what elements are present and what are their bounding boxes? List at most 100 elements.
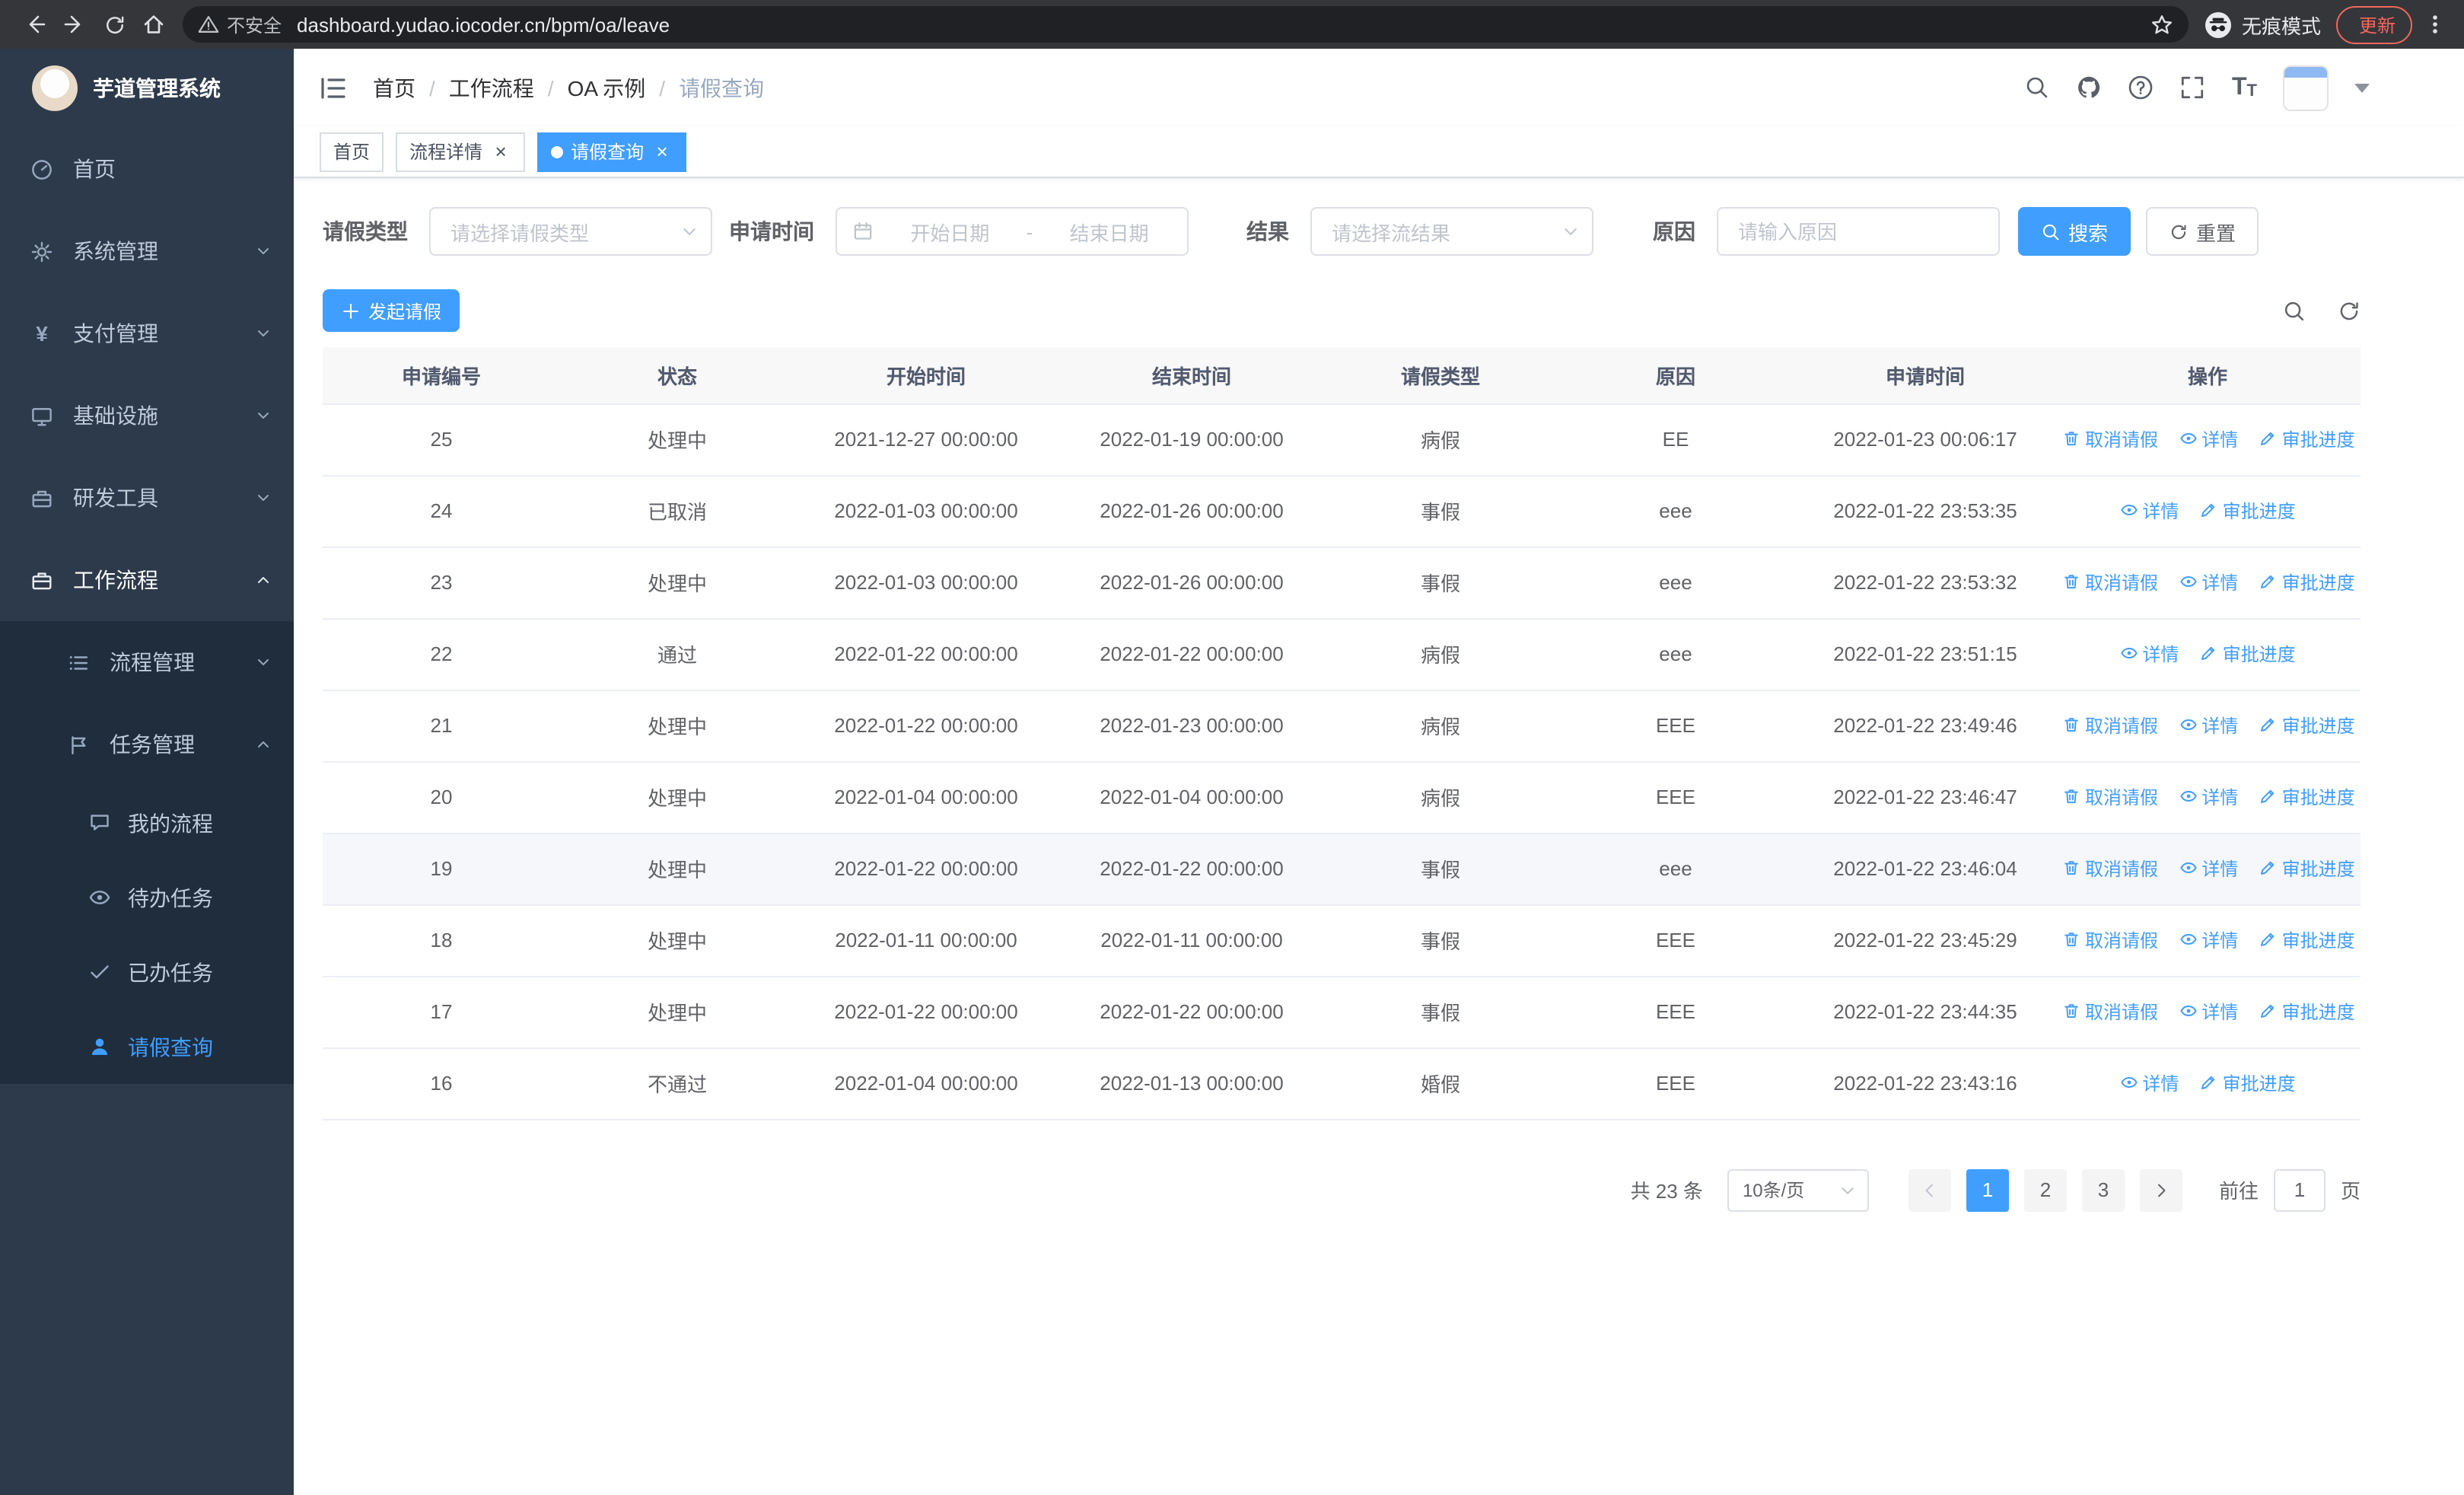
detail-link[interactable]: 详情	[2179, 784, 2238, 810]
detail-link[interactable]: 详情	[2179, 999, 2238, 1025]
apply-time-range-picker[interactable]: 开始日期 - 结束日期	[836, 207, 1189, 256]
app-logo: 芋道管理系统	[0, 49, 294, 128]
page-size-select[interactable]: 10条/页	[1727, 1168, 1869, 1211]
address-bar[interactable]: 不安全 dashboard.yudao.iocoder.cn/bpm/oa/le…	[183, 6, 2189, 43]
cancel-leave-link[interactable]: 取消请假	[2062, 426, 2158, 452]
cancel-leave-link[interactable]: 取消请假	[2062, 569, 2158, 595]
fullscreen-icon[interactable]	[2180, 75, 2206, 100]
col-header-actions: 操作	[2055, 347, 2361, 404]
reset-button[interactable]: 重置	[2146, 207, 2259, 256]
approval-progress-link[interactable]: 审批进度	[2259, 712, 2355, 738]
sidebar-item-label: 系统管理	[73, 239, 158, 263]
approval-progress-link[interactable]: 审批进度	[2259, 426, 2355, 452]
sidebar-item-my-process[interactable]: 我的流程	[0, 786, 294, 860]
approval-progress-link[interactable]: 审批进度	[2259, 784, 2355, 810]
sidebar-item-label: 工作流程	[73, 568, 158, 592]
sidebar-item-devtools[interactable]: 研发工具	[0, 457, 294, 539]
tab-home[interactable]: 首页	[320, 132, 384, 171]
sidebar-item-task-mgmt[interactable]: 任务管理	[0, 703, 294, 786]
sidebar-item-payment[interactable]: ¥ 支付管理	[0, 292, 294, 375]
breadcrumb-item-oa[interactable]: OA 示例	[568, 72, 646, 103]
cell-status: 处理中	[560, 761, 794, 834]
sidebar-item-label: 流程管理	[110, 650, 195, 674]
trash-icon	[2064, 932, 2078, 947]
page-button-3[interactable]: 3	[2081, 1168, 2125, 1211]
eye-icon	[2179, 862, 2196, 874]
cancel-leave-link[interactable]: 取消请假	[2062, 712, 2158, 738]
active-tab-dot	[551, 145, 564, 158]
sidebar-item-label: 研发工具	[73, 486, 158, 510]
monitor-icon	[32, 407, 52, 426]
browser-reload-button[interactable]	[94, 5, 134, 44]
cell-end-time: 2022-01-22 00:00:00	[1058, 833, 1326, 905]
search-icon[interactable]	[2025, 75, 2051, 100]
close-icon[interactable]: ×	[651, 141, 673, 162]
cancel-leave-link[interactable]: 取消请假	[2062, 856, 2158, 881]
leave-type-select[interactable]: 请选择请假类型	[429, 207, 712, 256]
browser-home-button[interactable]	[134, 5, 173, 44]
sidebar-item-todo-tasks[interactable]: 待办任务	[0, 860, 294, 935]
sidebar-item-leave-query[interactable]: 请假查询	[0, 1009, 294, 1084]
user-avatar[interactable]	[2283, 65, 2329, 110]
breadcrumb-item-workflow[interactable]: 工作流程	[449, 72, 534, 103]
approval-progress-link[interactable]: 审批进度	[2259, 856, 2355, 881]
sidebar-item-done-tasks[interactable]: 已办任务	[0, 935, 294, 1009]
font-size-icon[interactable]: TT	[2232, 75, 2257, 100]
browser-update-button[interactable]: 更新	[2335, 5, 2412, 43]
browser-menu-icon[interactable]	[2421, 12, 2449, 37]
sidebar-toggle-icon[interactable]	[318, 72, 349, 103]
breadcrumb-item-home[interactable]: 首页	[373, 72, 415, 103]
detail-link[interactable]: 详情	[2179, 569, 2238, 595]
cancel-leave-link[interactable]: 取消请假	[2062, 999, 2158, 1025]
approval-progress-link[interactable]: 审批进度	[2259, 999, 2355, 1025]
close-icon[interactable]: ×	[490, 141, 511, 162]
detail-label: 详情	[2201, 786, 2239, 808]
detail-link[interactable]: 详情	[2179, 426, 2238, 452]
browser-back-button[interactable]	[15, 5, 55, 44]
cell-reason: EEE	[1555, 976, 1796, 1048]
cell-status: 已取消	[560, 475, 794, 547]
eye-icon	[2120, 1077, 2137, 1089]
approval-progress-link[interactable]: 审批进度	[2200, 641, 2296, 667]
prev-page-button[interactable]	[1908, 1168, 1951, 1211]
detail-link[interactable]: 详情	[2119, 1070, 2179, 1096]
sidebar-item-system[interactable]: 系统管理	[0, 210, 294, 292]
toggle-search-icon[interactable]	[2283, 299, 2306, 322]
detail-link[interactable]: 详情	[2179, 712, 2238, 738]
sidebar-item-process-mgmt[interactable]: 流程管理	[0, 621, 294, 703]
sidebar-item-workflow[interactable]: 工作流程	[0, 539, 294, 621]
detail-link[interactable]: 详情	[2179, 856, 2238, 881]
github-icon[interactable]	[2077, 75, 2103, 100]
cancel-leave-link[interactable]: 取消请假	[2062, 784, 2158, 810]
user-menu-caret-icon[interactable]	[2354, 83, 2370, 92]
cancel-leave-link[interactable]: 取消请假	[2062, 927, 2158, 953]
sidebar-item-infrastructure[interactable]: 基础设施	[0, 375, 294, 457]
result-select[interactable]: 请选择流结果	[1310, 207, 1593, 256]
search-button[interactable]: 搜索	[2018, 207, 2131, 256]
browser-forward-button[interactable]	[55, 5, 94, 44]
page-button-1[interactable]: 1	[1966, 1168, 2009, 1211]
approval-progress-link[interactable]: 审批进度	[2200, 498, 2296, 524]
approval-progress-link[interactable]: 审批进度	[2200, 1070, 2296, 1096]
detail-link[interactable]: 详情	[2179, 927, 2238, 953]
bookmark-star-icon[interactable]	[2150, 13, 2173, 36]
next-page-button[interactable]	[2139, 1168, 2182, 1211]
tab-leave-query[interactable]: 请假查询 ×	[537, 132, 687, 171]
table-row: 25 处理中 2021-12-27 00:00:00 2022-01-19 00…	[323, 403, 2361, 476]
detail-link[interactable]: 详情	[2119, 641, 2179, 667]
tab-process-detail[interactable]: 流程详情 ×	[396, 132, 526, 171]
refresh-icon[interactable]	[2338, 299, 2361, 322]
refresh-icon	[2171, 224, 2186, 239]
sidebar-item-home[interactable]: 首页	[0, 128, 294, 210]
approval-progress-link[interactable]: 审批进度	[2259, 569, 2355, 595]
page-button-2[interactable]: 2	[2023, 1168, 2067, 1211]
help-icon[interactable]	[2128, 75, 2154, 100]
security-chip[interactable]: 不安全	[198, 11, 282, 37]
goto-page-input[interactable]	[2273, 1168, 2326, 1211]
create-leave-button[interactable]: 发起请假	[323, 289, 460, 332]
cell-start-time: 2022-01-03 00:00:00	[794, 547, 1058, 619]
approval-progress-link[interactable]: 审批进度	[2259, 927, 2355, 953]
detail-link[interactable]: 详情	[2119, 498, 2179, 524]
cancel-leave-label: 取消请假	[2085, 858, 2159, 880]
reason-input[interactable]	[1717, 207, 2000, 256]
